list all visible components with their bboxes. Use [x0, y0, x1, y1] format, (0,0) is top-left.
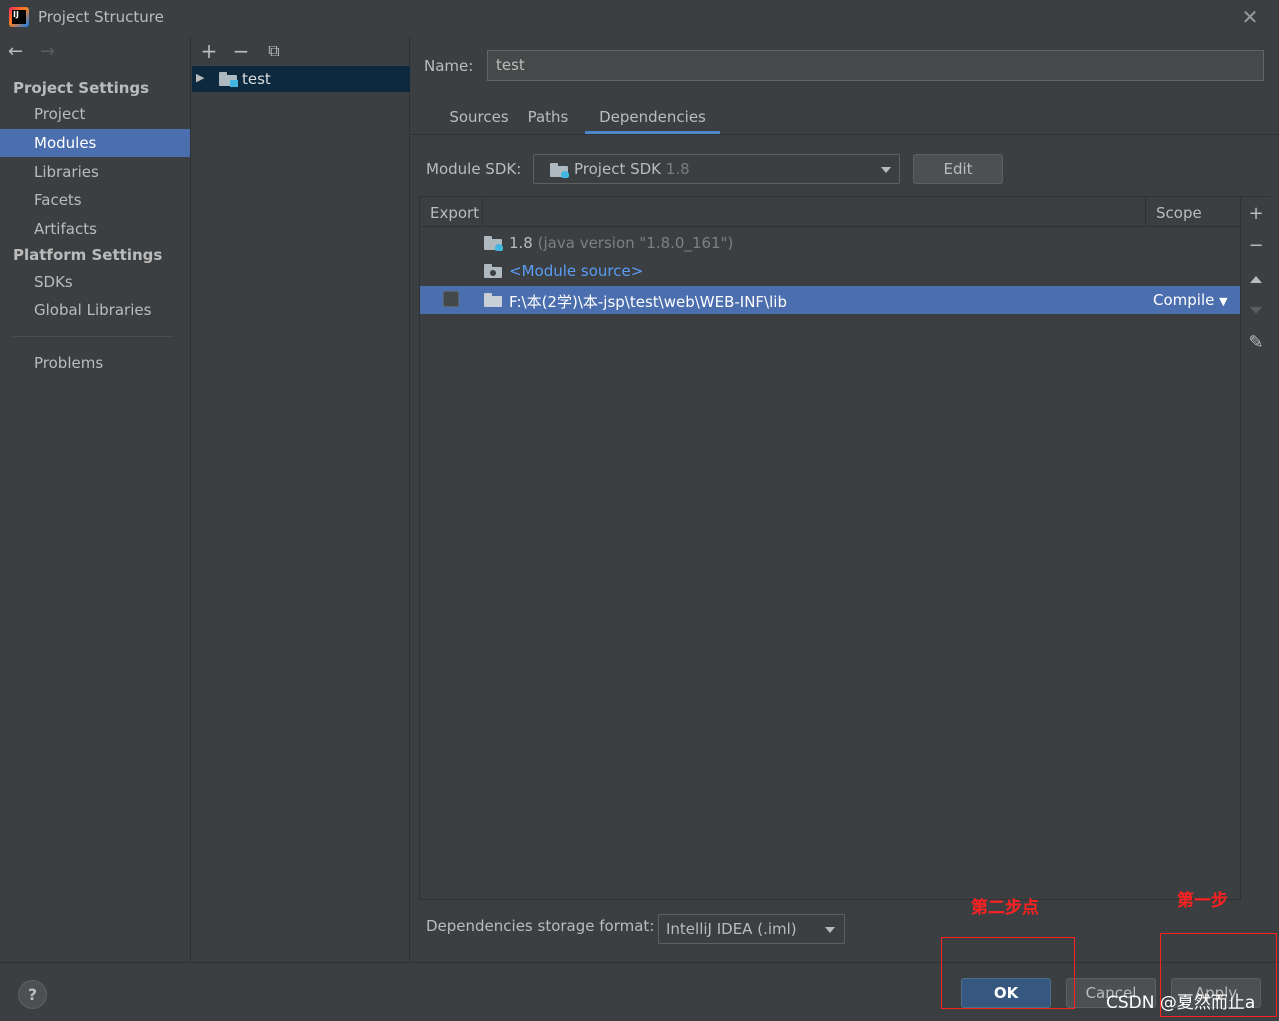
modules-panel: + − ⧉ ▶ test [192, 36, 410, 962]
nav-item-facets[interactable]: Facets [0, 186, 190, 214]
back-arrow-icon[interactable]: ← [8, 42, 30, 62]
remove-dependency-icon[interactable]: − [1245, 235, 1267, 257]
annotation-step-one: 第一步 [1177, 891, 1228, 911]
chevron-down-icon [881, 167, 891, 173]
module-sdk-value: Project SDK 1.8 [574, 160, 690, 178]
nav-item-problems[interactable]: Problems [0, 349, 190, 377]
nav-item-artifacts[interactable]: Artifacts [0, 215, 190, 243]
nav-item-global-libraries[interactable]: Global Libraries [0, 296, 190, 324]
move-down-icon [1250, 307, 1262, 314]
tab-dependencies[interactable]: Dependencies [585, 101, 720, 134]
nav-item-libraries[interactable]: Libraries [0, 158, 190, 186]
name-label: Name: [424, 57, 474, 75]
annotation-box-ok [941, 937, 1075, 1009]
module-tree-item-test[interactable]: ▶ test [192, 66, 410, 92]
dependencies-toolbar: + − ✎ [1241, 196, 1271, 900]
table-header: Export Scope [420, 197, 1240, 227]
annotation-step-two: 第二步点 [971, 898, 1039, 918]
add-module-icon[interactable]: + [198, 40, 220, 62]
edit-dependency-icon[interactable]: ✎ [1245, 332, 1267, 354]
column-export[interactable]: Export [430, 204, 479, 222]
module-label: test [242, 70, 271, 88]
sdk-folder-icon [550, 163, 569, 178]
storage-format-value: IntelliJ IDEA (.iml) [666, 920, 797, 938]
forward-arrow-icon: → [40, 41, 56, 62]
chevron-down-icon: ▼ [1219, 295, 1228, 308]
expand-arrow-icon[interactable]: ▶ [196, 71, 204, 84]
module-folder-icon [219, 72, 238, 87]
tab-paths[interactable]: Paths [518, 101, 578, 134]
move-up-icon[interactable] [1250, 276, 1262, 283]
modules-toolbar: + − ⧉ [192, 36, 410, 66]
module-name-input[interactable]: test [487, 50, 1264, 81]
platform-settings-header: Platform Settings [13, 246, 163, 264]
settings-nav: ← → Project Settings Project Modules Libr… [0, 36, 191, 962]
add-dependency-icon[interactable]: + [1245, 203, 1267, 225]
help-button[interactable]: ? [18, 980, 47, 1009]
watermark: CSDN @夏然而止a [1106, 993, 1256, 1013]
dependency-row-jdk[interactable]: 1.8 (java version "1.8.0_161") [420, 229, 1240, 257]
module-sdk-label: Module SDK: [426, 160, 522, 178]
nav-divider [13, 336, 173, 337]
jdk-folder-icon [484, 236, 503, 251]
nav-arrows: ← → [8, 42, 62, 62]
window-title: Project Structure [38, 8, 164, 26]
dependencies-table: Export Scope 1.8 (java version "1.8.0_16… [419, 196, 1241, 900]
storage-format-label: Dependencies storage format: [426, 917, 655, 935]
close-icon[interactable]: ✕ [1238, 6, 1262, 30]
dependency-name: F:\本(2学)\本-jsp\test\web\WEB-INF\lib [509, 293, 787, 311]
nav-item-sdks[interactable]: SDKs [0, 268, 190, 296]
column-scope[interactable]: Scope [1156, 204, 1202, 222]
dependency-name: 1.8 (java version "1.8.0_161") [509, 234, 734, 252]
tab-sources[interactable]: Sources [429, 101, 529, 134]
module-sdk-select[interactable]: Project SDK 1.8 [533, 154, 900, 184]
chevron-down-icon [825, 927, 835, 933]
storage-format-select[interactable]: IntelliJ IDEA (.iml) [658, 914, 845, 944]
module-tabs: Sources Paths Dependencies [411, 101, 1279, 135]
edit-sdk-button[interactable]: Edit [913, 154, 1003, 184]
nav-item-modules[interactable]: Modules [0, 129, 190, 157]
project-settings-header: Project Settings [13, 79, 150, 97]
export-checkbox[interactable] [443, 291, 459, 307]
dialog-footer: ? OK Cancel Apply [0, 962, 1279, 1021]
dependency-row-lib[interactable]: F:\本(2学)\本-jsp\test\web\WEB-INF\lib Comp… [420, 286, 1240, 314]
copy-module-icon[interactable]: ⧉ [263, 40, 285, 62]
intellij-logo-icon: IJ [9, 7, 29, 27]
title-bar: IJ Project Structure ✕ [0, 0, 1279, 36]
scope-dropdown[interactable]: Compile ▼ [1153, 291, 1228, 309]
logo-text: IJ [12, 10, 26, 24]
dependency-name: <Module source> [509, 262, 644, 280]
module-source-folder-icon [484, 264, 502, 278]
remove-module-icon[interactable]: − [230, 40, 252, 62]
nav-item-project[interactable]: Project [0, 100, 190, 128]
dependency-row-module-source[interactable]: <Module source> [420, 257, 1240, 285]
module-details: Name: test Sources Paths Dependencies Mo… [411, 36, 1279, 962]
folder-icon [484, 293, 502, 307]
